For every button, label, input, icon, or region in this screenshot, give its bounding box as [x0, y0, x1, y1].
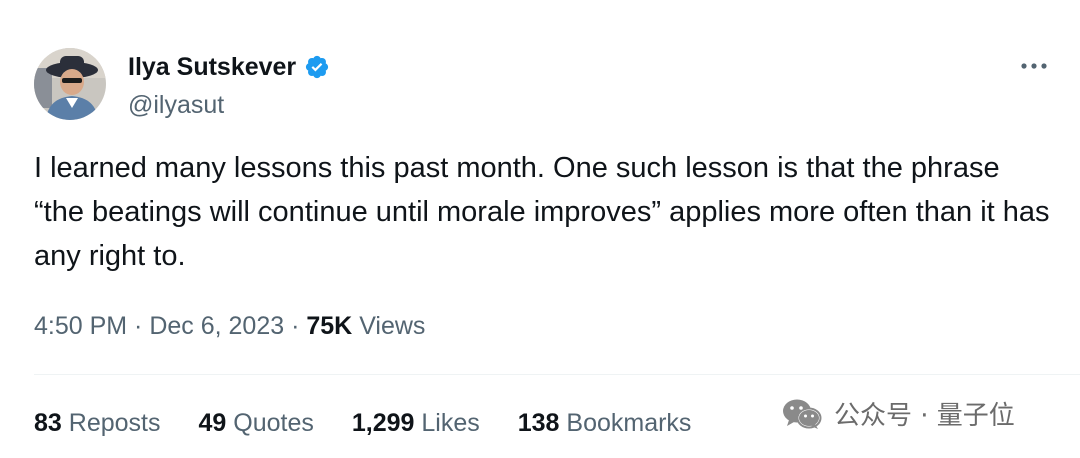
author-handle[interactable]: @ilyasut	[128, 90, 224, 120]
meta-separator: ·	[284, 312, 307, 340]
tweet-date[interactable]: Dec 6, 2023	[149, 312, 284, 340]
reposts-label: Reposts	[61, 409, 161, 437]
more-options-button[interactable]	[1016, 52, 1052, 80]
author-display-name[interactable]: Ilya Sutskever	[128, 52, 296, 82]
tweet-text: I learned many lessons this past month. …	[34, 152, 1050, 272]
quotes-label: Quotes	[226, 409, 314, 437]
bookmarks-count: 138	[517, 409, 560, 437]
likes-stat[interactable]: 1,299 Likes	[352, 408, 480, 438]
watermark-text: 公众号 · 量子位	[834, 401, 1015, 431]
tweet-time[interactable]: 4:50 PM	[34, 312, 127, 340]
reposts-count: 83	[34, 409, 62, 437]
bookmarks-stat[interactable]: 138 Bookmarks	[518, 408, 692, 438]
verified-badge-icon	[304, 54, 330, 80]
meta-separator: ·	[127, 312, 150, 340]
avatar[interactable]	[34, 48, 106, 120]
tweet-meta: 4:50 PM · Dec 6, 2023 · 75K Views	[34, 311, 425, 341]
views-label: Views	[352, 312, 426, 340]
wechat-icon	[783, 399, 822, 429]
likes-label: Likes	[414, 409, 480, 437]
divider	[34, 374, 1080, 375]
quotes-stat[interactable]: 49 Quotes	[198, 408, 313, 438]
watermark: 公众号 · 量子位	[782, 395, 1015, 432]
engagement-stats: 83 Reposts 49 Quotes 1,299 Likes 138 Boo…	[34, 408, 729, 438]
likes-count: 1,299	[351, 409, 415, 437]
ellipsis-icon	[1021, 63, 1047, 69]
reposts-stat[interactable]: 83 Reposts	[34, 408, 160, 438]
author-name[interactable]: Ilya Sutskever	[128, 52, 330, 82]
views-count: 75K	[306, 312, 353, 340]
quotes-count: 49	[198, 409, 227, 437]
bookmarks-label: Bookmarks	[559, 409, 692, 437]
